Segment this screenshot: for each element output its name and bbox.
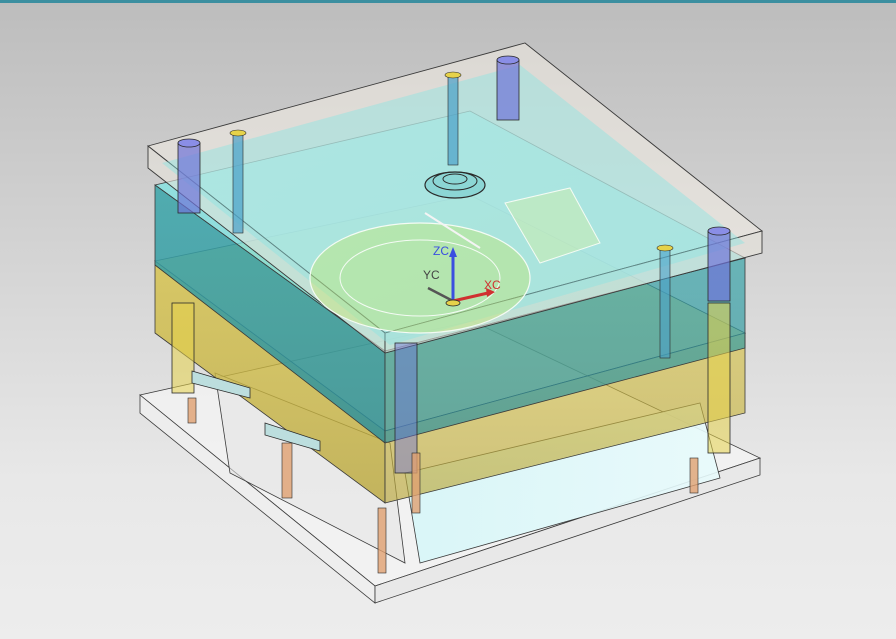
x-axis-label: XC [484,278,501,292]
origin-marker-icon [445,299,461,307]
locating-ring [424,171,486,199]
graphics-viewport[interactable]: ZC YC XC [0,0,896,639]
z-axis-label: ZC [433,244,449,258]
y-axis-label: YC [423,268,440,282]
mold-3d-model[interactable]: ZC YC XC [0,3,896,639]
